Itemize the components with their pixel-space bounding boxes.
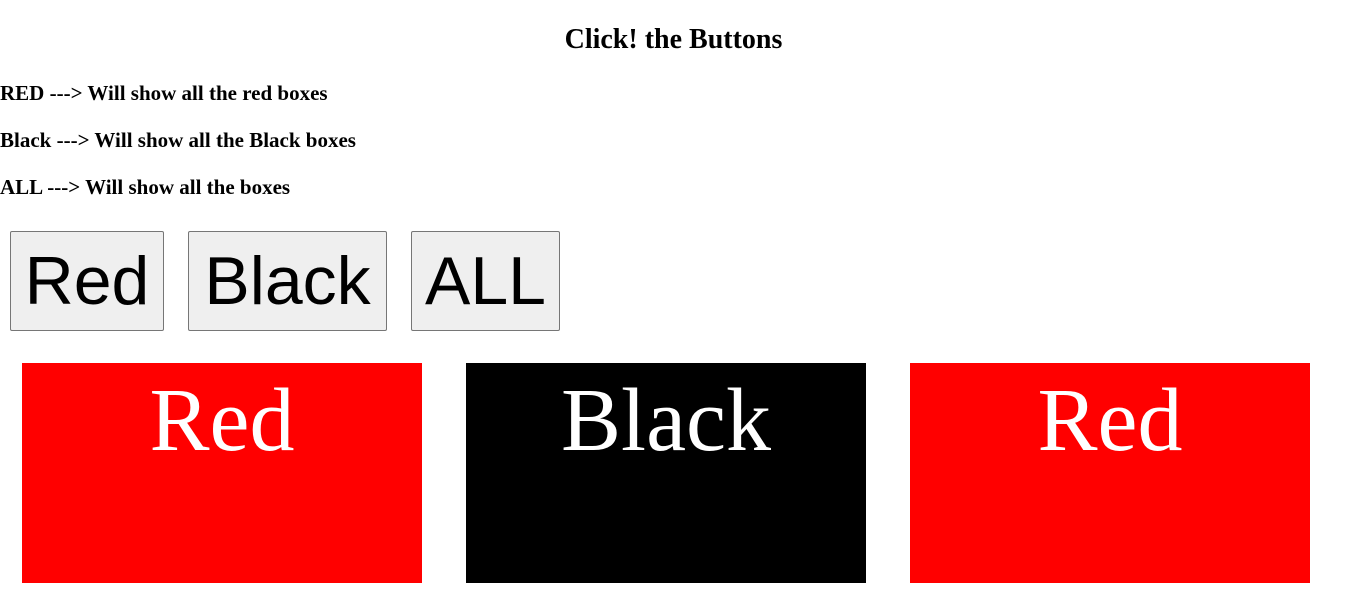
red-filter-button[interactable]: Red	[10, 231, 164, 331]
all-filter-button[interactable]: ALL	[411, 231, 560, 331]
black-filter-button[interactable]: Black	[188, 231, 387, 331]
page-title: Click! the Buttons	[564, 24, 783, 55]
instruction-red: RED ---> Will show all the red boxes	[0, 81, 328, 105]
red-box: Red	[910, 363, 1310, 583]
black-box: Black	[466, 363, 866, 583]
page: Click! the Buttons RED ---> Will show al…	[0, 0, 1347, 614]
red-box: Red	[22, 363, 422, 583]
instruction-all: ALL ---> Will show all the boxes	[0, 175, 291, 199]
instruction-black: Black ---> Will show all the Black boxes	[0, 128, 356, 152]
